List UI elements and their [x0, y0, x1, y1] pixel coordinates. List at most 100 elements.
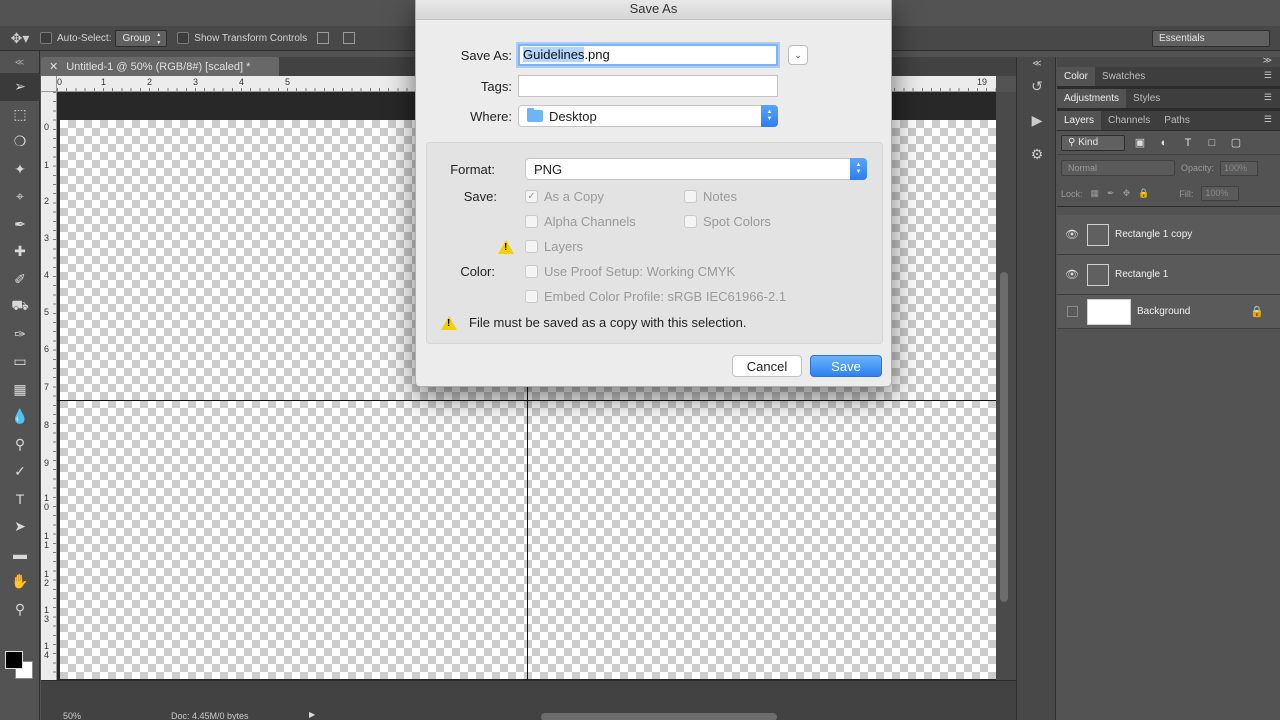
filename-input[interactable]: Guidelines.png: [518, 44, 778, 66]
eraser-tool-icon[interactable]: ▭: [0, 348, 40, 376]
panel-menu-icon[interactable]: ☰: [1264, 114, 1272, 125]
tab-layers[interactable]: Layers: [1057, 111, 1102, 130]
transform-controls-option[interactable]: Show Transform Controls: [177, 32, 307, 44]
shape-filter-icon[interactable]: □: [1203, 137, 1221, 149]
crop-tool-icon[interactable]: ⌖: [0, 183, 40, 211]
notes-checkbox[interactable]: [684, 190, 697, 203]
properties-panel-icon[interactable]: ⚙: [1017, 137, 1057, 171]
vertical-ruler[interactable]: 0 1 2 3 4 5 6 7 8 9 1 0 1 1 1 2 1 3 1 4: [41, 92, 57, 680]
move-tool-icon[interactable]: ✥▾: [0, 26, 40, 51]
opacity-input[interactable]: 100%: [1220, 160, 1259, 176]
alpha-channels-checkbox[interactable]: [525, 215, 538, 228]
tab-styles[interactable]: Styles: [1126, 89, 1167, 108]
where-dropdown[interactable]: Desktop ▲ ▼: [518, 105, 778, 127]
tab-swatches[interactable]: Swatches: [1095, 67, 1152, 86]
spot-colors-option[interactable]: Spot Colors: [684, 214, 771, 229]
zoom-tool-icon[interactable]: ⚲: [0, 596, 40, 624]
horizontal-scroll-thumb[interactable]: [541, 713, 777, 720]
lasso-tool-icon[interactable]: ❍: [0, 128, 40, 156]
as-a-copy-label: As a Copy: [544, 189, 604, 204]
tab-paths[interactable]: Paths: [1157, 111, 1197, 130]
panel-menu-icon[interactable]: ☰: [1264, 70, 1272, 81]
lock-all-icon[interactable]: 🔒: [1138, 188, 1149, 199]
rectangle-tool-icon[interactable]: ▬: [0, 541, 40, 569]
layers-option[interactable]: Layers: [525, 239, 583, 254]
status-menu-arrow-icon[interactable]: ▶: [309, 710, 315, 719]
layer-thumbnail: [1087, 263, 1109, 286]
clone-stamp-tool-icon[interactable]: ⛟: [0, 293, 40, 321]
tab-adjustments[interactable]: Adjustments: [1057, 89, 1127, 108]
lock-pixels-icon[interactable]: ✒: [1107, 188, 1115, 199]
blur-tool-icon[interactable]: 💧: [0, 403, 40, 431]
panels-collapse-icon[interactable]: ≫: [1263, 55, 1272, 66]
brush-tool-icon[interactable]: ✐: [0, 266, 40, 294]
as-a-copy-checkbox[interactable]: ✓: [525, 190, 538, 203]
pixel-filter-icon[interactable]: ▣: [1131, 136, 1149, 149]
save-button[interactable]: Save: [810, 355, 882, 377]
history-brush-tool-icon[interactable]: ✑: [0, 321, 40, 349]
visibility-toggle[interactable]: [1067, 306, 1078, 317]
dodge-tool-icon[interactable]: ⚲: [0, 431, 40, 459]
format-dropdown[interactable]: PNG ▲ ▼: [525, 158, 867, 180]
use-proof-setup-checkbox[interactable]: [525, 265, 538, 278]
move-tool-icon[interactable]: ➢: [0, 73, 40, 101]
visibility-eye-icon[interactable]: 👁: [1057, 228, 1087, 241]
healing-brush-tool-icon[interactable]: ✚: [0, 238, 40, 266]
close-tab-icon[interactable]: ✕: [49, 60, 58, 73]
use-proof-setup-option[interactable]: Use Proof Setup: Working CMYK: [525, 264, 735, 279]
document-tab[interactable]: ✕ Untitled-1 @ 50% (RGB/8#) [scaled] *: [41, 57, 279, 76]
layer-row[interactable]: 👁 Rectangle 1 copy: [1057, 215, 1280, 255]
auto-select-option[interactable]: Auto-Select: Group: [40, 29, 168, 47]
embed-color-profile-option[interactable]: Embed Color Profile: sRGB IEC61966-2.1: [525, 289, 786, 304]
cancel-button[interactable]: Cancel: [732, 355, 802, 377]
marquee-tool-icon[interactable]: ⬚: [0, 101, 40, 129]
quick-select-tool-icon[interactable]: ✦: [0, 156, 40, 184]
layer-row[interactable]: 👁 Rectangle 1: [1057, 255, 1280, 295]
as-a-copy-option[interactable]: ✓ As a Copy: [525, 189, 604, 204]
workspace-switcher[interactable]: Essentials: [1152, 30, 1270, 47]
align-left-icon[interactable]: [317, 32, 330, 44]
blend-mode-dropdown[interactable]: Normal: [1061, 160, 1175, 176]
type-filter-icon[interactable]: T: [1179, 137, 1197, 149]
spot-colors-checkbox[interactable]: [684, 215, 697, 228]
foreground-color-swatch[interactable]: [5, 651, 23, 669]
vertical-scroll-thumb[interactable]: [1000, 272, 1008, 602]
layers-checkbox[interactable]: [525, 240, 538, 253]
copy-warning: File must be saved as a copy with this s…: [441, 315, 746, 330]
tags-input[interactable]: [518, 75, 778, 97]
dock-collapse-icon[interactable]: ≪: [1017, 57, 1057, 69]
zoom-level[interactable]: 50%: [63, 711, 81, 720]
type-tool-icon[interactable]: T: [0, 486, 40, 514]
transform-controls-checkbox[interactable]: [177, 32, 190, 44]
visibility-eye-icon[interactable]: 👁: [1057, 268, 1087, 281]
align-center-icon[interactable]: [343, 32, 356, 44]
history-panel-icon[interactable]: ↺: [1017, 69, 1057, 103]
gradient-tool-icon[interactable]: ▦: [0, 376, 40, 404]
vertical-scrollbar[interactable]: [996, 92, 1016, 680]
tab-color[interactable]: Color: [1057, 67, 1095, 86]
fill-input[interactable]: 100%: [1201, 186, 1240, 201]
auto-select-checkbox[interactable]: [40, 32, 52, 44]
embed-color-profile-checkbox[interactable]: [525, 290, 538, 303]
layer-row[interactable]: Background 🔒: [1057, 295, 1280, 329]
toolbar-collapse-icon[interactable]: ≪: [0, 51, 39, 73]
panel-collapse-bar[interactable]: ≫: [1057, 55, 1280, 67]
panel-menu-icon[interactable]: ☰: [1264, 92, 1272, 103]
adjustment-filter-icon[interactable]: ◐: [1155, 137, 1173, 149]
eyedropper-tool-icon[interactable]: ✒: [0, 211, 40, 239]
smart-object-filter-icon[interactable]: ▢: [1227, 136, 1245, 149]
lock-transparency-icon[interactable]: ▦: [1091, 188, 1100, 199]
kind-filter-dropdown[interactable]: ⚲ Kind: [1061, 134, 1125, 151]
hand-tool-icon[interactable]: ✋: [0, 568, 40, 596]
path-select-tool-icon[interactable]: ➤: [0, 513, 40, 541]
ruler-origin[interactable]: [41, 76, 57, 92]
tab-channels[interactable]: Channels: [1101, 111, 1157, 130]
color-swatches[interactable]: [5, 651, 35, 681]
auto-select-dropdown[interactable]: Group: [115, 29, 168, 47]
expand-dialog-button[interactable]: ⌄: [788, 45, 808, 65]
alpha-channels-option[interactable]: Alpha Channels: [525, 214, 636, 229]
actions-play-icon[interactable]: ▶: [1017, 103, 1057, 137]
pen-tool-icon[interactable]: ✓: [0, 458, 40, 486]
notes-option[interactable]: Notes: [684, 189, 737, 204]
lock-position-icon[interactable]: ✥: [1123, 188, 1131, 199]
